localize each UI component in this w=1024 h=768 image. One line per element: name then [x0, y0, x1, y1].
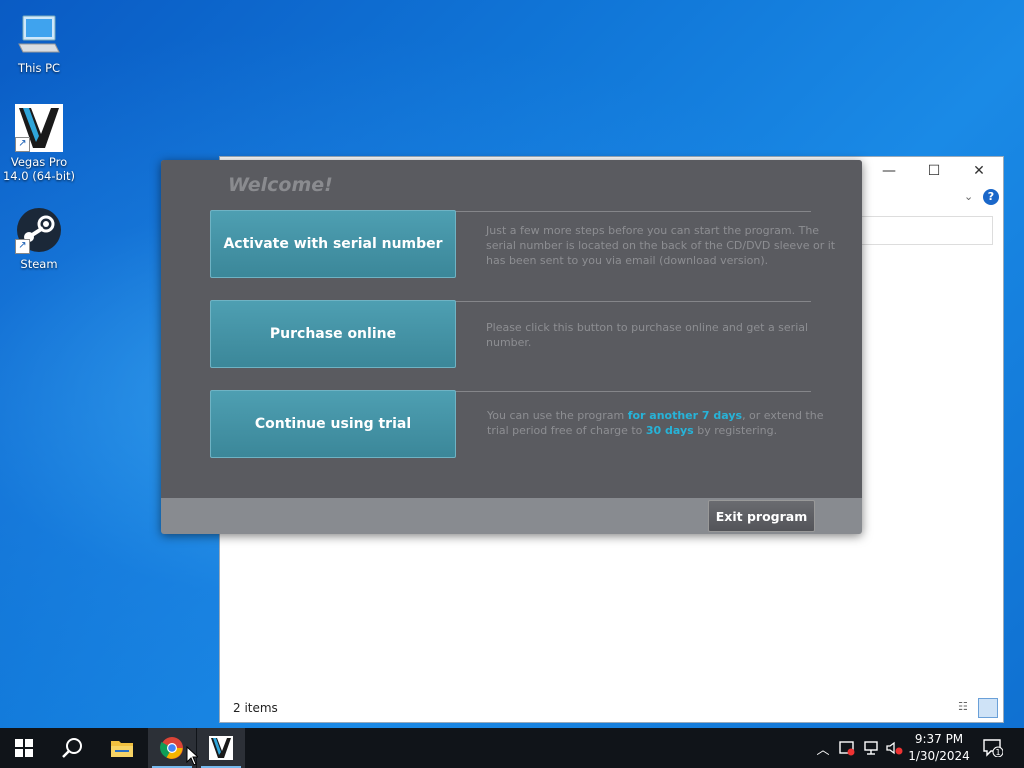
- shortcut-arrow-icon: ↗: [15, 137, 30, 152]
- show-hidden-icons-button[interactable]: ︿: [814, 728, 832, 768]
- desktop-icon-label: This PC: [17, 61, 61, 75]
- extended-days-highlight: 30 days: [645, 424, 694, 437]
- continue-trial-button[interactable]: Continue using trial: [210, 390, 456, 458]
- security-tray-icon[interactable]: [837, 728, 857, 768]
- activate-serial-button[interactable]: Activate with serial number: [210, 210, 456, 278]
- registration-dialog: Welcome! Activate with serial number Jus…: [161, 160, 862, 534]
- volume-muted-icon: [886, 741, 903, 755]
- minimize-button[interactable]: —: [867, 159, 911, 183]
- exit-program-button[interactable]: Exit program: [708, 500, 815, 532]
- desktop-icon-steam[interactable]: ↗ Steam: [1, 206, 77, 271]
- trial-text: by registering.: [693, 424, 778, 437]
- trial-days-highlight: for another 7 days: [627, 409, 743, 422]
- taskbar-vegas-pro[interactable]: [197, 728, 245, 768]
- file-explorer-icon: [111, 741, 133, 757]
- vegas-pro-icon: [209, 736, 233, 760]
- chevron-up-icon: ︿: [816, 742, 830, 758]
- clock-date: 1/30/2024: [908, 749, 970, 763]
- desktop-icon-label: Steam: [20, 257, 58, 271]
- volume-tray-icon[interactable]: [884, 728, 904, 768]
- steam-icon: ↗: [15, 206, 63, 254]
- taskbar-file-explorer[interactable]: [98, 728, 146, 768]
- desktop-icon-vegas-pro[interactable]: ↗ Vegas Pro 14.0 (64-bit): [1, 104, 77, 183]
- system-clock[interactable]: 9:37 PM 1/30/2024: [906, 731, 972, 765]
- network-icon: [864, 741, 878, 755]
- vegas-pro-icon: ↗: [15, 104, 63, 152]
- shield-icon: [839, 741, 855, 756]
- trial-text: You can use the program: [487, 409, 628, 422]
- search-input[interactable]: [860, 216, 993, 245]
- start-icon: [15, 739, 33, 757]
- start-button[interactable]: [0, 728, 48, 768]
- network-tray-icon[interactable]: [861, 728, 881, 768]
- trial-description: You can use the program for another 7 da…: [487, 408, 827, 438]
- mouse-cursor-icon: [186, 746, 198, 766]
- taskbar: ︿ 9:37 PM 1/30/2024 1: [0, 728, 1024, 768]
- search-button[interactable]: [48, 728, 96, 768]
- divider: [455, 301, 811, 302]
- status-bar-item-count: 2 items: [233, 701, 278, 715]
- divider: [455, 211, 811, 212]
- divider: [455, 391, 811, 392]
- notification-count: 1: [995, 748, 1000, 757]
- details-view-icon[interactable]: ☷: [958, 700, 974, 714]
- large-icons-view-icon[interactable]: [978, 698, 998, 718]
- dialog-title: Welcome!: [228, 174, 333, 196]
- help-icon[interactable]: ?: [983, 189, 999, 205]
- chevron-down-icon[interactable]: ⌄: [964, 190, 973, 203]
- dialog-content-panel: Welcome! Activate with serial number Jus…: [161, 160, 862, 498]
- action-center-button[interactable]: 1: [980, 728, 1006, 768]
- purchase-description: Please click this button to purchase onl…: [486, 321, 809, 349]
- notification-icon: 1: [983, 739, 1003, 757]
- search-icon: [62, 738, 82, 758]
- activate-description: Just a few more steps before you can sta…: [486, 224, 836, 267]
- maximize-button[interactable]: ☐: [912, 159, 956, 183]
- clock-time: 9:37 PM: [914, 732, 964, 746]
- desktop-icon-this-pc[interactable]: This PC: [1, 10, 77, 75]
- close-button[interactable]: ✕: [957, 159, 1001, 183]
- purchase-online-button[interactable]: Purchase online: [210, 300, 456, 368]
- chrome-icon: [160, 737, 183, 759]
- computer-icon: [15, 10, 63, 58]
- shortcut-arrow-icon: ↗: [15, 239, 30, 254]
- desktop-icon-label: Vegas Pro 14.0 (64-bit): [2, 155, 76, 183]
